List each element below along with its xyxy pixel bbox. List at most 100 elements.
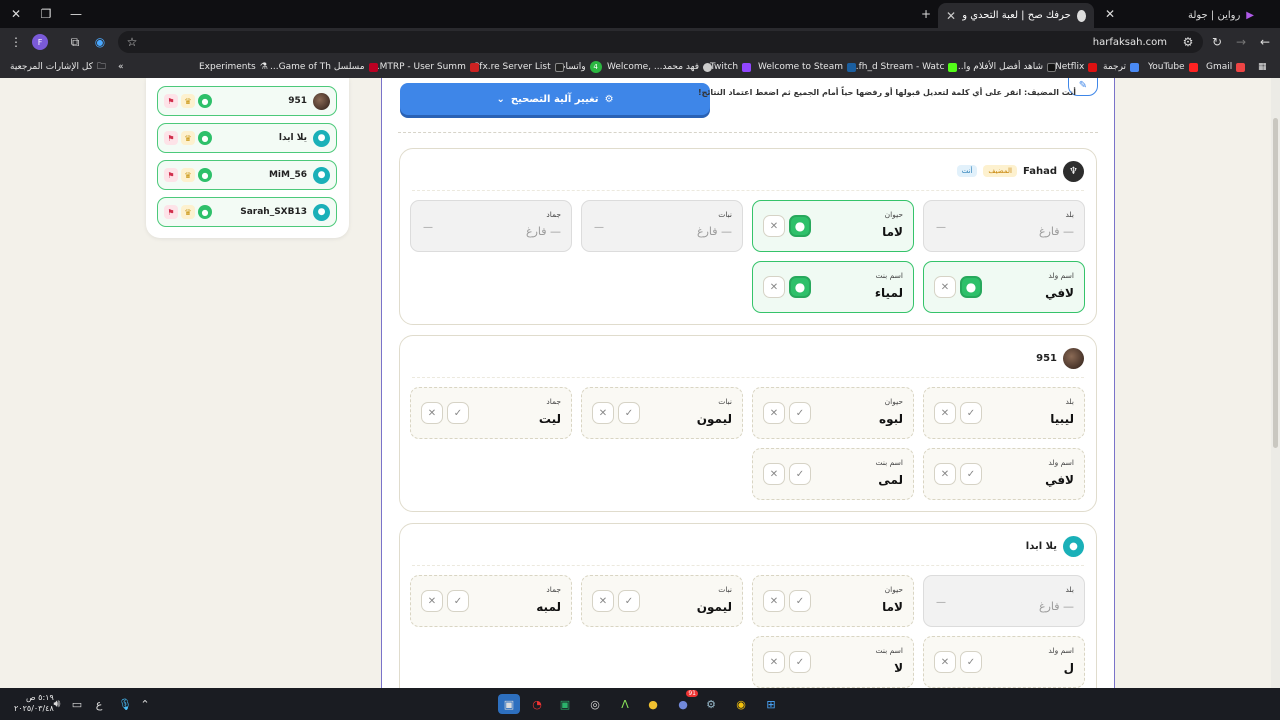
bookmark-steam[interactable]: Welcome to Steam — [758, 60, 856, 74]
reject-icon[interactable]: ✕ — [592, 590, 614, 612]
accept-icon[interactable]: ✓ — [447, 402, 469, 424]
taskbar-app-icon[interactable]: ▣ — [554, 694, 576, 714]
answer-cell[interactable]: اسم ولد ل ✕ ✓ — [923, 636, 1085, 688]
microphone-icon[interactable]: 🎙︎ — [114, 694, 136, 714]
reject-icon[interactable]: ✕ — [592, 402, 614, 424]
kick-player-icon[interactable]: ⚑ — [164, 168, 178, 182]
kick-player-icon[interactable]: ⚑ — [164, 205, 178, 219]
windows-start-icon[interactable]: ⊞ — [760, 694, 782, 714]
answer-cell[interactable]: جماد — فارغ — — [410, 200, 572, 252]
answer-cell[interactable]: حيوان لاما ✕ ● — [752, 200, 914, 252]
player-row[interactable]: ● يلا ابدا ⚑ ♛ ● — [157, 123, 337, 153]
taskbar-app-icon[interactable]: ◎ — [584, 694, 606, 714]
reject-icon[interactable]: ✕ — [763, 651, 785, 673]
tab-close-icon[interactable]: ✕ — [1096, 4, 1124, 24]
answer-cell[interactable]: بلد — فارغ — — [923, 575, 1085, 627]
bookmarks-overflow-icon[interactable]: » — [118, 60, 124, 74]
tray-overflow-icon[interactable]: ⌃ — [134, 694, 156, 714]
reload-icon[interactable]: ↻ — [1208, 33, 1226, 51]
answer-cell[interactable]: نبات — فارغ — — [581, 200, 743, 252]
answer-cell[interactable]: حيوان لاما ✕ ✓ — [752, 575, 914, 627]
accept-icon[interactable]: ✓ — [960, 651, 982, 673]
new-tab-button[interactable]: + — [912, 4, 940, 24]
reject-icon[interactable]: ✕ — [934, 463, 956, 485]
taskbar-app-icon[interactable]: ● — [642, 694, 664, 714]
kick-player-icon[interactable]: ⚑ — [164, 94, 178, 108]
site-settings-icon[interactable]: ⚙ — [1180, 33, 1196, 51]
answer-cell[interactable]: اسم بنت لمى ✕ ✓ — [752, 448, 914, 500]
bookmark-shahid[interactable]: شاهد أفضل الأفلام وا... — [955, 60, 1057, 74]
answer-cell[interactable]: جماد ليت ✕ ✓ — [410, 387, 572, 439]
omnibox[interactable]: harfaksah.com — [118, 31, 1203, 53]
accept-icon[interactable]: ✓ — [618, 402, 640, 424]
crown-icon[interactable]: ♛ — [181, 168, 195, 182]
accept-icon[interactable]: ✓ — [960, 402, 982, 424]
bookmark-got[interactable]: مسلسل Game of Th... — [270, 60, 378, 74]
bookmark-welcome[interactable]: فهد محمد... ,Welcome — [607, 60, 713, 74]
tab-harfaksah[interactable]: حرفك صح | لعبة التحدي والكلمات ✕ — [938, 3, 1094, 28]
cast-icon[interactable]: ◉ — [92, 33, 108, 51]
answer-cell[interactable]: حيوان لبوه ✕ ✓ — [752, 387, 914, 439]
chrome-icon[interactable]: ◉ — [730, 694, 752, 714]
reject-icon[interactable]: ✕ — [763, 402, 785, 424]
crown-icon[interactable]: ♛ — [181, 205, 195, 219]
answer-cell[interactable]: اسم ولد لافي ✕ ✓ — [923, 448, 1085, 500]
language-indicator[interactable]: ع — [88, 694, 110, 714]
accept-icon[interactable]: ✓ — [447, 590, 469, 612]
player-row[interactable]: ● MiM_56 ⚑ ♛ ● — [157, 160, 337, 190]
bookmark-whatsapp[interactable]: 4 واتساب — [557, 60, 602, 74]
minimize-window-icon[interactable]: — — [62, 4, 90, 24]
reject-icon[interactable]: ✕ — [763, 215, 785, 237]
discord-icon[interactable]: ● 91 — [672, 690, 698, 714]
kick-player-icon[interactable]: ⚑ — [164, 131, 178, 145]
all-bookmarks[interactable]: 🗀 كل الإشارات المرجعية — [10, 60, 106, 74]
answer-cell[interactable]: بلد — فارغ — — [923, 200, 1085, 252]
accept-icon[interactable]: ✓ — [789, 651, 811, 673]
bookmark-translate[interactable]: ترجمة — [1103, 60, 1140, 74]
answer-cell[interactable]: اسم بنت لا ✕ ✓ — [752, 636, 914, 688]
player-row[interactable]: 951 ⚑ ♛ ● — [157, 86, 337, 116]
reject-icon[interactable]: ✕ — [421, 590, 443, 612]
steam-icon[interactable]: ⚙ — [700, 694, 722, 714]
accept-icon[interactable]: ✓ — [789, 402, 811, 424]
reject-icon[interactable]: ✕ — [934, 402, 956, 424]
forward-icon[interactable]: → — [1232, 33, 1250, 51]
bookmark-gmail[interactable]: Gmail — [1206, 60, 1246, 74]
apps-grid-icon[interactable]: ▦ — [1258, 60, 1267, 74]
accept-icon[interactable]: ✓ — [789, 463, 811, 485]
bookmark-mtrp[interactable]: MTRP - User Summ... — [371, 60, 479, 74]
accept-icon[interactable]: ✓ — [960, 463, 982, 485]
volume-icon[interactable]: 🔊︎ — [46, 694, 68, 714]
scrollbar-thumb[interactable] — [1273, 118, 1278, 448]
bookmark-star-icon[interactable]: ☆ — [124, 33, 140, 51]
answer-cell[interactable]: بلد ليبيا ✕ ✓ — [923, 387, 1085, 439]
reject-icon[interactable]: ✕ — [934, 651, 956, 673]
reject-icon[interactable]: ✕ — [763, 463, 785, 485]
answer-cell[interactable]: اسم بنت لمياء ✕ ● — [752, 261, 914, 313]
profile-avatar[interactable]: F — [32, 34, 48, 50]
answer-cell[interactable]: نبات ليمون ✕ ✓ — [581, 387, 743, 439]
taskbar-app-icon[interactable]: ◔ — [526, 694, 548, 714]
crown-icon[interactable]: ♛ — [181, 94, 195, 108]
accept-icon[interactable]: ● — [789, 276, 811, 298]
menu-kebab-icon[interactable]: ⋮ — [8, 33, 24, 51]
network-icon[interactable]: ▭ — [66, 694, 88, 714]
accept-icon[interactable]: ✓ — [789, 590, 811, 612]
change-grading-button[interactable]: ⌄ تغيير آلية التصحيح ⚙ — [400, 83, 710, 115]
reject-icon[interactable]: ✕ — [763, 276, 785, 298]
extensions-icon[interactable]: ⧉ — [66, 33, 84, 51]
answer-cell[interactable]: نبات ليمون ✕ ✓ — [581, 575, 743, 627]
crown-icon[interactable]: ♛ — [181, 131, 195, 145]
bookmark-kick[interactable]: fh_d Stream - Watc... — [850, 60, 958, 74]
reject-icon[interactable]: ✕ — [934, 276, 956, 298]
close-window-icon[interactable]: ✕ — [2, 4, 30, 24]
bookmark-youtube[interactable]: YouTube — [1148, 60, 1198, 74]
player-row[interactable]: ● Sarah_SXB13 ⚑ ♛ ● — [157, 197, 337, 227]
accept-icon[interactable]: ● — [789, 215, 811, 237]
page-scrollbar[interactable] — [1271, 78, 1280, 688]
taskbar-app-icon[interactable]: Λ — [614, 694, 636, 714]
tab-close-icon[interactable]: ✕ — [946, 9, 956, 23]
answer-cell[interactable]: اسم ولد لافي ✕ ● — [923, 261, 1085, 313]
taskbar-app-icon[interactable]: ▣ — [498, 694, 520, 714]
back-icon[interactable]: ← — [1256, 33, 1274, 51]
